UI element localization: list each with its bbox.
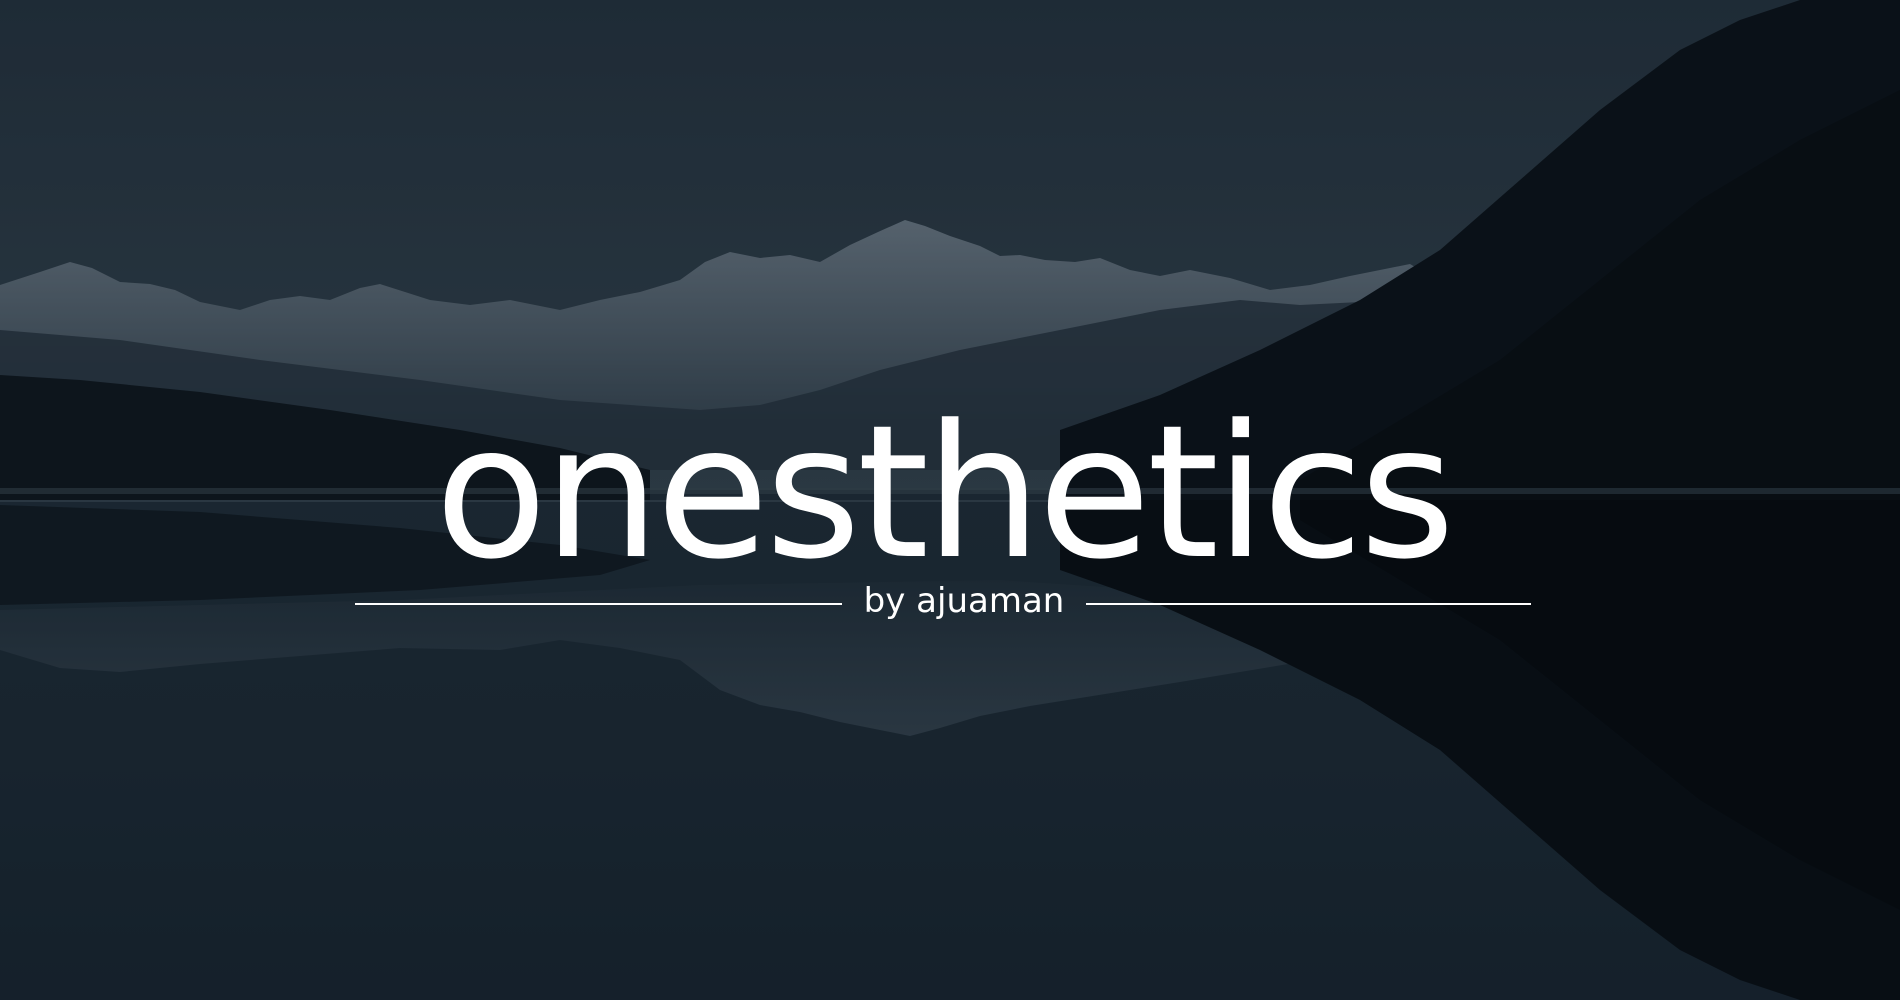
byline-rule-right: [1086, 603, 1531, 605]
hero-banner: onesthetics by ajuaman: [0, 0, 1900, 1000]
logo-byline: by ajuaman: [863, 581, 1065, 621]
byline-rule-left: [355, 603, 842, 605]
logo: onesthetics by ajuaman: [353, 388, 1533, 628]
logo-wordmark: onesthetics: [434, 386, 1456, 600]
